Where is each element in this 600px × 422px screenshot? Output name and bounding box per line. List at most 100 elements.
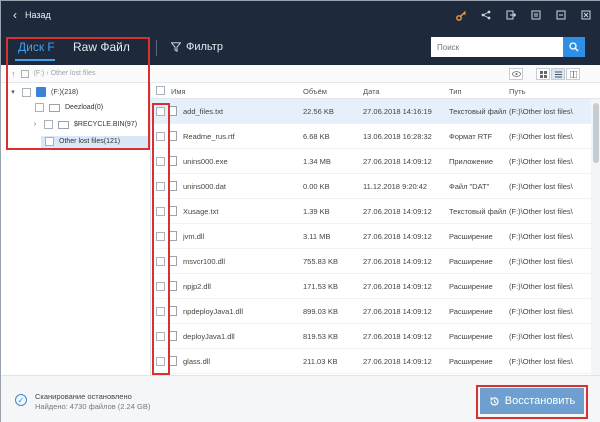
checkbox[interactable]: [44, 120, 53, 129]
scrollbar-thumb[interactable]: [593, 103, 599, 163]
minimize-icon[interactable]: [554, 8, 568, 22]
close-icon[interactable]: [579, 8, 593, 22]
table-row[interactable]: add_files.txt 22.56 KB 27.06.2018 14:16:…: [151, 99, 591, 124]
filter-label: Фильтр: [186, 41, 223, 53]
app-window: ‹ Назад Диск F Raw Файл Фильтр Поиск ↑ (…: [0, 0, 600, 422]
column-header-path[interactable]: Путь: [509, 87, 525, 96]
cell-type: Расширение: [449, 257, 493, 266]
row-checkbox[interactable]: [156, 232, 165, 241]
cell-path: (F:)\Other lost files\: [509, 132, 573, 141]
search-input[interactable]: [431, 37, 563, 57]
cell-date: 27.06.2018 14:09:12: [363, 357, 432, 366]
exit-icon[interactable]: [504, 8, 518, 22]
status-text: Сканирование остановлено: [35, 392, 132, 401]
table-row[interactable]: Xusage.txt 1.39 KB 27.06.2018 14:09:12 Т…: [151, 199, 591, 224]
cell-date: 11.12.2018 9:20:42: [363, 182, 428, 191]
table-row[interactable]: npdeployJava1.dll 899.03 KB 27.06.2018 1…: [151, 299, 591, 324]
cell-type: Приложение: [449, 157, 493, 166]
row-checkbox[interactable]: [156, 357, 165, 366]
share-icon[interactable]: [479, 8, 493, 22]
cell-type: Текстовый файл: [449, 107, 507, 116]
cell-size: 3.11 MB: [303, 232, 331, 241]
list-view-icon[interactable]: [551, 68, 565, 80]
check-circle-icon: ✓: [15, 394, 27, 406]
cell-type: Файл "DAT": [449, 182, 490, 191]
restore-button[interactable]: Восстановить: [480, 388, 584, 414]
details-view-icon[interactable]: [566, 68, 580, 80]
expand-down-icon[interactable]: ▾: [9, 88, 17, 96]
row-checkbox[interactable]: [156, 282, 165, 291]
tree-item-deezload[interactable]: Deezload(0): [35, 103, 103, 112]
view-toolbar: [151, 65, 600, 83]
tab-disk-f[interactable]: Диск F: [18, 40, 55, 54]
row-checkbox[interactable]: [156, 157, 165, 166]
tree-item-label: $RECYCLE.BIN(97): [74, 121, 138, 128]
found-count: Найдено: 4730 файлов (2.24 GB): [35, 402, 151, 411]
table-row[interactable]: Readme_rus.rtf 6.68 KB 13.06.2018 16:28:…: [151, 124, 591, 149]
cell-date: 27.06.2018 14:09:12: [363, 232, 432, 241]
menu-icon[interactable]: [529, 8, 543, 22]
tree-item-other-lost-files[interactable]: Other lost files(121): [45, 137, 120, 146]
back-label: Назад: [25, 10, 51, 20]
cell-size: 22.56 KB: [303, 107, 334, 116]
cell-size: 6.68 KB: [303, 132, 330, 141]
file-list: add_files.txt 22.56 KB 27.06.2018 14:16:…: [151, 99, 591, 375]
path-text: (F:) › Other lost files: [33, 70, 96, 77]
select-all-checkbox[interactable]: [156, 86, 165, 95]
row-checkbox[interactable]: [156, 257, 165, 266]
preview-eye-icon[interactable]: [509, 68, 523, 80]
tree-item-recycle-bin[interactable]: › $RECYCLE.BIN(97): [31, 120, 137, 129]
folder-icon: [49, 103, 60, 112]
back-button[interactable]: ‹ Назад: [13, 9, 51, 21]
tab-raw-file[interactable]: Raw Файл: [73, 40, 130, 54]
table-row[interactable]: unins000.dat 0.00 KB 11.12.2018 9:20:42 …: [151, 174, 591, 199]
restore-label: Восстановить: [504, 395, 576, 407]
file-icon: [169, 331, 177, 341]
row-checkbox[interactable]: [156, 207, 165, 216]
cell-name: Xusage.txt: [183, 207, 219, 216]
drive-icon: [36, 87, 46, 97]
column-header-size[interactable]: Объём: [303, 87, 327, 96]
cell-type: Расширение: [449, 357, 493, 366]
column-header-name[interactable]: Имя: [171, 87, 186, 96]
vertical-scrollbar[interactable]: [591, 99, 600, 375]
cell-path: (F:)\Other lost files\: [509, 357, 573, 366]
key-icon[interactable]: [454, 8, 468, 22]
filter-button[interactable]: Фильтр: [171, 41, 223, 53]
cell-path: (F:)\Other lost files\: [509, 157, 573, 166]
grid-view-icon[interactable]: [536, 68, 550, 80]
table-row[interactable]: msvcr100.dll 755.83 KB 27.06.2018 14:09:…: [151, 249, 591, 274]
cell-path: (F:)\Other lost files\: [509, 207, 573, 216]
search-button[interactable]: [563, 37, 585, 57]
file-icon: [169, 256, 177, 266]
row-checkbox[interactable]: [156, 307, 165, 316]
row-checkbox[interactable]: [156, 332, 165, 341]
expand-right-icon[interactable]: ›: [31, 121, 39, 128]
column-header-type[interactable]: Тип: [449, 87, 462, 96]
checkbox[interactable]: [45, 137, 54, 146]
tree-item-label: Deezload(0): [65, 104, 104, 111]
cell-type: Формат RTF: [449, 132, 493, 141]
cell-path: (F:)\Other lost files\: [509, 232, 573, 241]
table-row[interactable]: glass.dll 211.03 KB 27.06.2018 14:09:12 …: [151, 349, 591, 374]
row-checkbox[interactable]: [156, 107, 165, 116]
cell-type: Расширение: [449, 232, 493, 241]
cell-path: (F:)\Other lost files\: [509, 307, 573, 316]
scan-status: Сканирование остановлено Найдено: 4730 ф…: [35, 392, 150, 412]
checkbox[interactable]: [22, 87, 31, 97]
table-row[interactable]: deployJava1.dll 819.53 KB 27.06.2018 14:…: [151, 324, 591, 349]
title-bar: ‹ Назад: [1, 1, 600, 31]
table-row[interactable]: jvm.dll 3.11 MB 27.06.2018 14:09:12 Расш…: [151, 224, 591, 249]
table-row[interactable]: unins000.exe 1.34 MB 27.06.2018 14:09:12…: [151, 149, 591, 174]
row-checkbox[interactable]: [156, 132, 165, 141]
cell-path: (F:)\Other lost files\: [509, 257, 573, 266]
cell-name: jvm.dll: [183, 232, 205, 241]
cell-type: Расширение: [449, 332, 493, 341]
tree-item-drive[interactable]: ▾ (F:)(218): [9, 87, 78, 97]
checkbox[interactable]: [35, 103, 44, 112]
row-checkbox[interactable]: [156, 182, 165, 191]
up-arrow-icon[interactable]: ↑: [11, 69, 16, 79]
table-row[interactable]: npjp2.dll 171.53 KB 27.06.2018 14:09:12 …: [151, 274, 591, 299]
cell-type: Расширение: [449, 282, 493, 291]
column-header-date[interactable]: Дата: [363, 87, 380, 96]
